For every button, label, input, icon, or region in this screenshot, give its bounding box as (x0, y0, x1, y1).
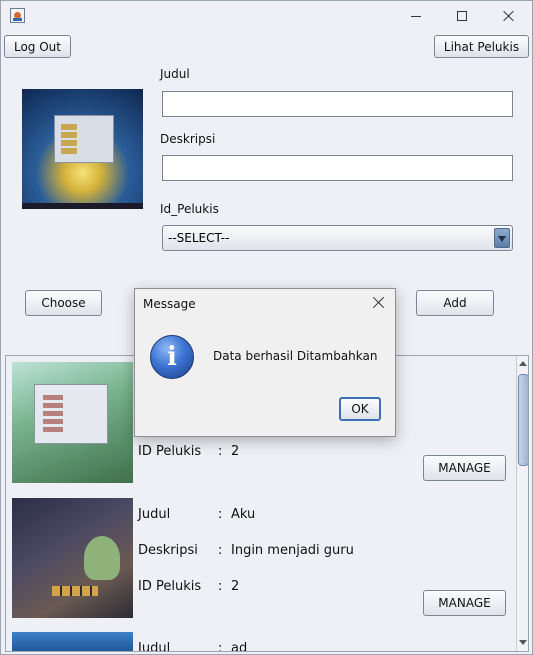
item-judul-label: Judul (138, 507, 171, 522)
ok-button[interactable]: OK (339, 397, 381, 421)
item-colon: : (218, 579, 223, 594)
item-colon: : (218, 641, 223, 652)
list-item-image (12, 498, 133, 618)
close-window-button[interactable] (486, 1, 532, 31)
message-dialog: Message i Data berhasil Ditambahkan OK (134, 288, 396, 437)
deskripsi-label: Deskripsi (160, 132, 216, 146)
item-colon: : (218, 507, 223, 522)
list-item-image (12, 362, 133, 483)
minimize-icon (411, 15, 421, 17)
info-icon: i (150, 335, 194, 379)
scrollbar-thumb[interactable] (518, 374, 528, 466)
item-colon: : (218, 444, 223, 459)
close-icon[interactable] (371, 295, 387, 311)
chevron-down-icon[interactable] (494, 228, 510, 248)
lihat-pelukis-button[interactable]: Lihat Pelukis (434, 35, 529, 58)
close-icon (503, 10, 515, 22)
maximize-button[interactable] (439, 1, 485, 31)
judul-input[interactable] (162, 91, 513, 117)
id-pelukis-selected-value: --SELECT-- (168, 231, 230, 245)
add-button[interactable]: Add (416, 290, 494, 316)
scroll-up-icon[interactable] (518, 358, 528, 370)
item-deskripsi-value: Ingin menjadi guru (231, 543, 354, 558)
item-id-value: 2 (231, 579, 240, 594)
java-app-icon (10, 8, 25, 23)
main-window: Log Out Lihat Pelukis Judul Deskripsi Id… (0, 0, 533, 655)
item-judul-label: Judul (138, 641, 171, 652)
item-deskripsi-label: Deskripsi (138, 543, 198, 558)
minimize-button[interactable] (393, 1, 439, 31)
list-item-image (12, 632, 133, 651)
item-id-label: ID Pelukis (138, 444, 202, 459)
dialog-title: Message (143, 297, 196, 311)
item-id-label: ID Pelukis (138, 579, 202, 594)
maximize-icon (457, 11, 467, 21)
item-id-value: 2 (231, 444, 240, 459)
id-pelukis-label: Id_Pelukis (160, 202, 219, 216)
dialog-message: Data berhasil Ditambahkan (213, 349, 378, 363)
title-bar (1, 1, 532, 31)
vertical-scrollbar[interactable] (516, 356, 528, 651)
scroll-down-icon[interactable] (518, 637, 528, 649)
selected-image-preview (22, 89, 143, 209)
manage-button[interactable]: MANAGE (423, 455, 506, 481)
logout-button[interactable]: Log Out (4, 35, 71, 58)
manage-button[interactable]: MANAGE (423, 590, 506, 616)
choose-button[interactable]: Choose (25, 290, 102, 316)
deskripsi-input[interactable] (162, 155, 513, 181)
item-judul-value: Aku (231, 507, 256, 522)
item-colon: : (218, 543, 223, 558)
judul-label: Judul (160, 67, 190, 81)
item-judul-value: ad (231, 641, 248, 652)
id-pelukis-select[interactable]: --SELECT-- (162, 225, 513, 251)
